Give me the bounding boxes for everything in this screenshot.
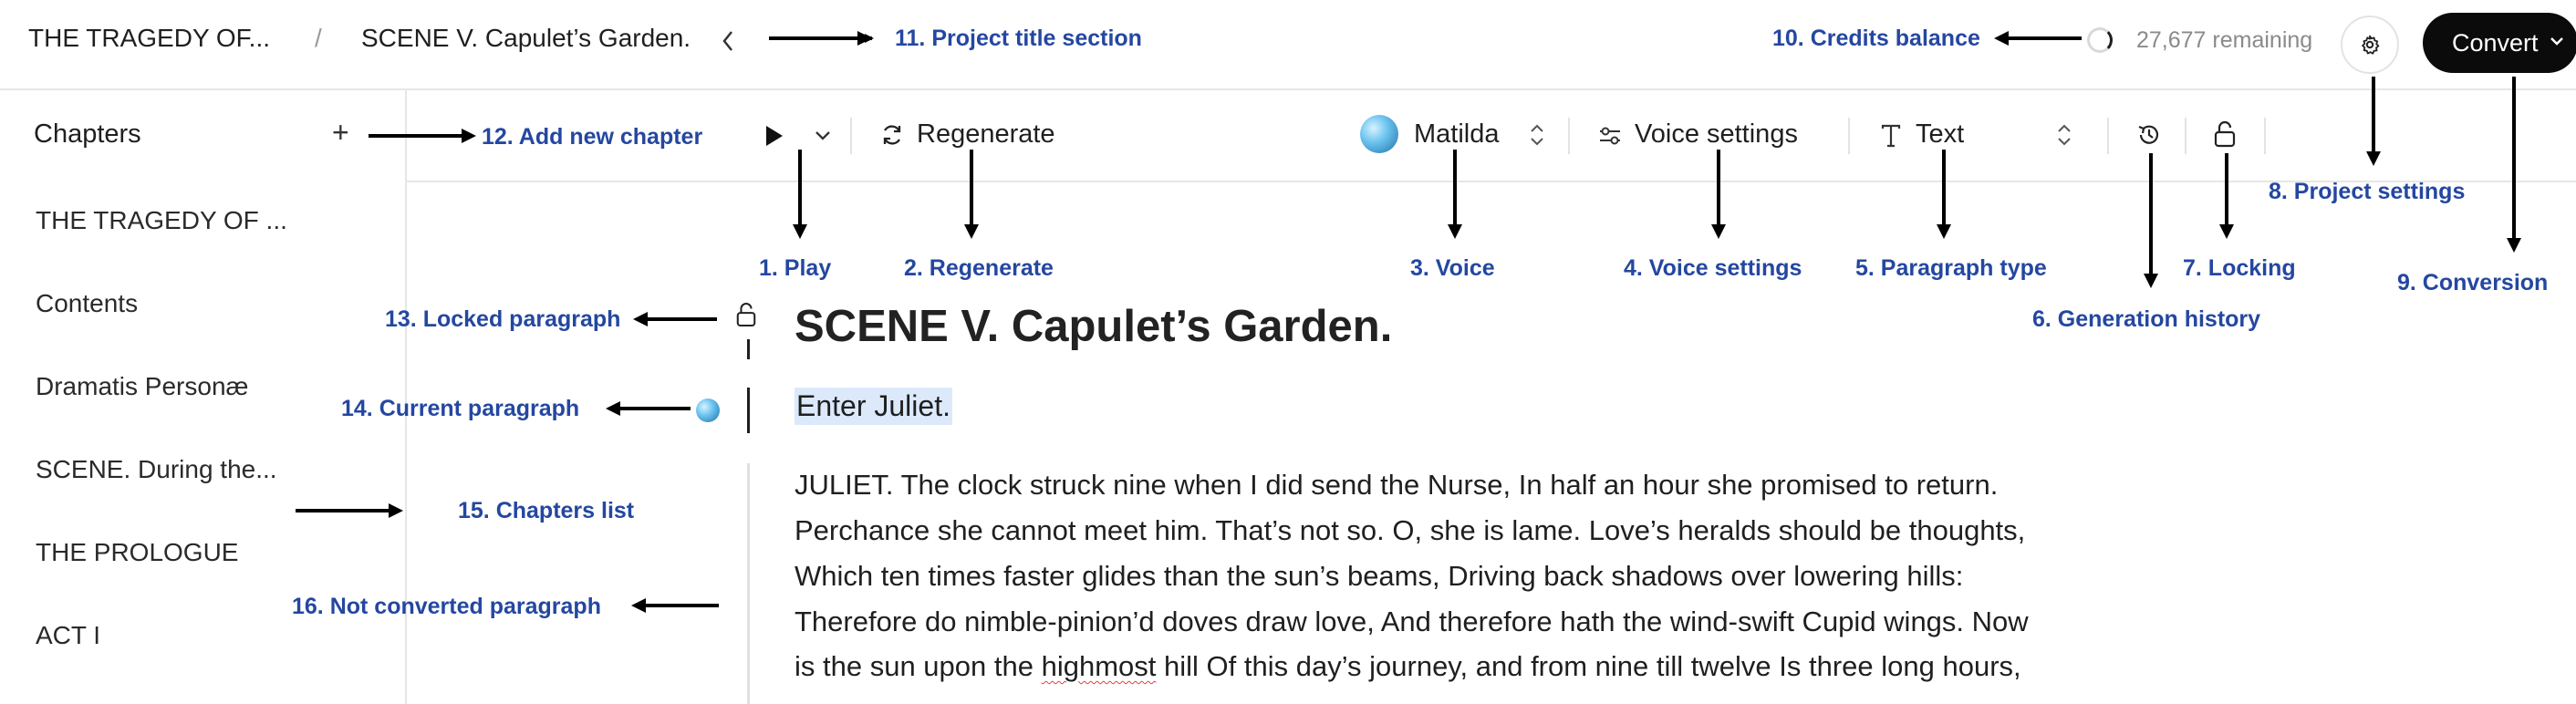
- annotation-arrows: [296, 31, 2521, 613]
